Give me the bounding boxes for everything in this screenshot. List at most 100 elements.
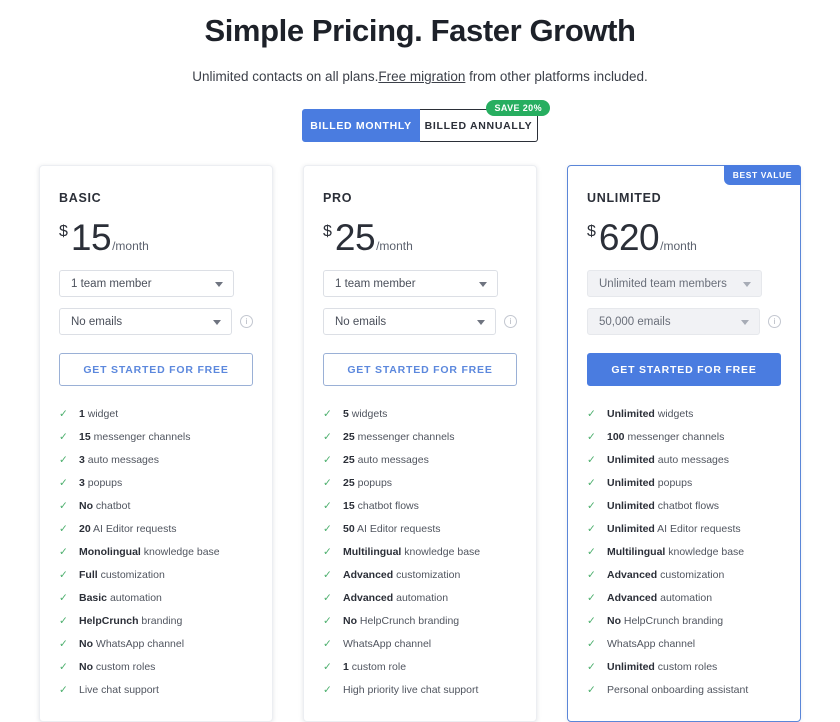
feature-text: Basic automation	[79, 592, 162, 604]
plan-name: PRO	[323, 191, 353, 205]
feature-item: ✓ No custom roles	[59, 661, 253, 674]
get-started-button[interactable]: GET STARTED FOR FREE	[587, 353, 781, 386]
currency-symbol: $	[587, 223, 596, 240]
billing-toggle: BILLED MONTHLY BILLED ANNUALLY SAVE 20%	[302, 100, 550, 142]
check-icon: ✓	[587, 454, 596, 466]
feature-text: No HelpCrunch branding	[343, 615, 460, 627]
feature-item: ✓ Advanced automation	[323, 592, 517, 605]
emails-select[interactable]: No emails	[323, 308, 496, 335]
emails-value: No emails	[71, 315, 123, 328]
check-icon: ✓	[323, 500, 332, 512]
emails-value: No emails	[335, 315, 387, 328]
free-migration-link[interactable]: Free migration	[378, 69, 465, 84]
team-members-row: 1 team member	[323, 270, 517, 297]
check-icon: ✓	[59, 454, 68, 466]
check-icon: ✓	[323, 408, 332, 420]
emails-select[interactable]: 50,000 emails	[587, 308, 760, 335]
info-icon[interactable]: i	[504, 315, 517, 328]
check-icon: ✓	[323, 477, 332, 489]
subtitle-text-before: Unlimited contacts on all plans.	[192, 69, 379, 84]
team-members-value: 1 team member	[71, 277, 152, 290]
check-icon: ✓	[587, 546, 596, 558]
feature-text: Live chat support	[79, 684, 159, 696]
feature-item: ✓ 3 auto messages	[59, 454, 253, 467]
feature-item: ✓ No HelpCrunch branding	[587, 615, 781, 628]
pricing-card-unlimited: BEST VALUE UNLIMITED $ 620 /month Unlimi…	[567, 165, 801, 722]
team-members-value: 1 team member	[335, 277, 416, 290]
team-members-select[interactable]: 1 team member	[323, 270, 498, 297]
tab-billed-monthly[interactable]: BILLED MONTHLY	[302, 109, 420, 142]
feature-item: ✓ 5 widgets	[323, 408, 517, 421]
pricing-page: Simple Pricing. Faster Growth Unlimited …	[0, 0, 840, 722]
chevron-down-icon	[213, 319, 221, 325]
check-icon: ✓	[59, 592, 68, 604]
feature-item: ✓ 1 widget	[59, 408, 253, 421]
team-members-select[interactable]: Unlimited team members	[587, 270, 762, 297]
feature-text: Advanced automation	[607, 592, 713, 604]
check-icon: ✓	[323, 569, 332, 581]
check-icon: ✓	[323, 431, 332, 443]
feature-item: ✓ 25 auto messages	[323, 454, 517, 467]
feature-item: ✓ 15 messenger channels	[59, 431, 253, 444]
feature-item: ✓ Unlimited chatbot flows	[587, 500, 781, 513]
check-icon: ✓	[59, 408, 68, 420]
page-subtitle: Unlimited contacts on all plans.Free mig…	[0, 50, 840, 84]
feature-item: ✓ 15 chatbot flows	[323, 500, 517, 513]
feature-item: ✓ Advanced automation	[587, 592, 781, 605]
feature-text: 1 custom role	[343, 661, 407, 673]
check-icon: ✓	[59, 546, 68, 558]
feature-item: ✓ Unlimited auto messages	[587, 454, 781, 467]
check-icon: ✓	[323, 523, 332, 535]
feature-item: ✓ Advanced customization	[323, 569, 517, 582]
check-icon: ✓	[59, 500, 68, 512]
pricing-cards: BASIC $ 15 /month 1 team member No email…	[0, 165, 840, 722]
feature-item: ✓ HelpCrunch branding	[59, 615, 253, 628]
feature-text: Monolingual knowledge base	[79, 546, 220, 558]
feature-item: ✓ WhatsApp channel	[587, 638, 781, 651]
check-icon: ✓	[587, 661, 596, 673]
feature-text: 1 widget	[79, 408, 119, 420]
check-icon: ✓	[59, 638, 68, 650]
emails-select[interactable]: No emails	[59, 308, 232, 335]
team-members-value: Unlimited team members	[599, 277, 727, 290]
get-started-button[interactable]: GET STARTED FOR FREE	[59, 353, 253, 386]
plan-name: BASIC	[59, 191, 102, 205]
currency-symbol: $	[323, 223, 332, 240]
team-members-row: Unlimited team members	[587, 270, 781, 297]
pricing-card-basic: BASIC $ 15 /month 1 team member No email…	[39, 165, 273, 722]
price-period: /month	[660, 239, 697, 253]
feature-text: Unlimited AI Editor requests	[607, 523, 741, 535]
info-icon[interactable]: i	[240, 315, 253, 328]
check-icon: ✓	[587, 408, 596, 420]
feature-item: ✓ 50 AI Editor requests	[323, 523, 517, 536]
feature-item: ✓ No chatbot	[59, 500, 253, 513]
chevron-down-icon	[477, 319, 485, 325]
features-list: ✓ 1 widget ✓ 15 messenger channels ✓ 3 auto…	[59, 408, 253, 697]
feature-text: No WhatsApp channel	[79, 638, 185, 650]
check-icon: ✓	[59, 477, 68, 489]
feature-item: ✓ Advanced customization	[587, 569, 781, 582]
feature-item: ✓ Unlimited widgets	[587, 408, 781, 421]
get-started-button[interactable]: GET STARTED FOR FREE	[323, 353, 517, 386]
feature-text: No custom roles	[79, 661, 156, 673]
feature-text: Unlimited custom roles	[607, 661, 718, 673]
feature-text: 3 auto messages	[79, 454, 159, 466]
price-amount: 620	[598, 217, 660, 258]
emails-row: No emails i	[323, 308, 517, 335]
page-title: Simple Pricing. Faster Growth	[204, 13, 636, 48]
feature-text: Multilingual knowledge base	[607, 546, 745, 558]
check-icon: ✓	[59, 661, 68, 673]
feature-text: 100 messenger channels	[607, 431, 725, 443]
plan-price: $ 15 /month	[59, 219, 253, 259]
info-icon[interactable]: i	[768, 315, 781, 328]
check-icon: ✓	[323, 638, 332, 650]
check-icon: ✓	[587, 615, 596, 627]
chevron-down-icon	[741, 319, 749, 325]
feature-item: ✓ High priority live chat support	[323, 684, 517, 697]
emails-row: No emails i	[59, 308, 253, 335]
features-list: ✓ Unlimited widgets ✓ 100 messenger channe…	[587, 408, 781, 697]
feature-text: 20 AI Editor requests	[79, 523, 177, 535]
feature-item: ✓ Monolingual knowledge base	[59, 546, 253, 559]
team-members-select[interactable]: 1 team member	[59, 270, 234, 297]
feature-item: ✓ No WhatsApp channel	[59, 638, 253, 651]
